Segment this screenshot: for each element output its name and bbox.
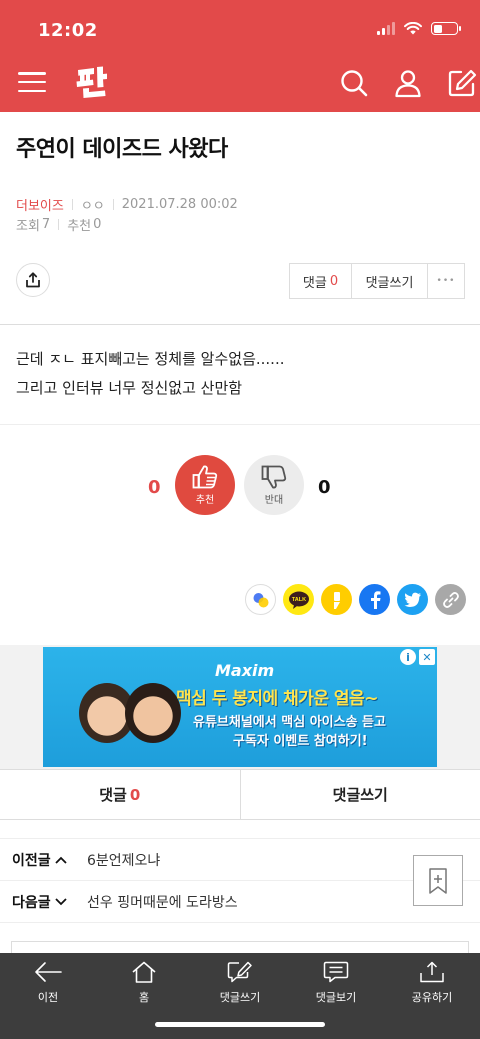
comment-bar: 댓글 0 댓글쓰기 [0, 769, 480, 820]
downvote-label: 반대 [264, 495, 284, 506]
view-comments-button[interactable]: 댓글보기 [288, 961, 384, 1005]
facebook-icon[interactable] [359, 584, 390, 615]
compose-icon[interactable] [447, 68, 477, 98]
downvote-button[interactable]: 반대 [244, 455, 304, 515]
status-icons [377, 22, 461, 35]
ad-person-image [125, 683, 181, 743]
write-comment-label: 댓글쓰기 [365, 275, 414, 291]
app-header [0, 52, 480, 112]
chevron-down-icon [55, 897, 67, 905]
page-title: 주연이 데이즈드 사왔다 [16, 137, 228, 162]
thumbs-down-icon [261, 465, 287, 489]
recommend-label: 추천 [67, 219, 92, 234]
share-icon [420, 961, 444, 983]
user-icon[interactable] [393, 68, 423, 98]
next-post-title[interactable]: 선우 핑머때문에 도라방스 [87, 892, 238, 912]
post-date: 2021.07.28 00:02 [121, 197, 238, 212]
divider [58, 219, 60, 230]
home-label: 홈 [138, 991, 150, 1004]
write-comment-nav-label: 댓글쓰기 [219, 991, 261, 1004]
divider [112, 199, 114, 210]
home-indicator [155, 1022, 325, 1027]
battery-icon [431, 22, 461, 35]
ad-subline: 유튜브채널에서 맥심 아이스송 듣고 [193, 715, 386, 730]
prev-post-title[interactable]: 6분언제오냐 [87, 850, 160, 870]
next-label: 다음글 [12, 894, 51, 911]
share-nav-button[interactable]: 공유하기 [384, 961, 480, 1005]
more-icon: ••• [436, 276, 456, 286]
talk-icon[interactable] [245, 584, 276, 615]
kakaotalk-icon[interactable]: TALK [283, 584, 314, 615]
kakaostory-icon[interactable] [321, 584, 352, 615]
close-icon[interactable]: ✕ [419, 649, 435, 665]
views-count: 7 [41, 217, 51, 232]
write-comment-label: 댓글쓰기 [332, 786, 388, 804]
status-bar: 12:02 [0, 0, 480, 52]
prev-post-row[interactable]: 이전글 6분언제오냐 [0, 839, 480, 880]
upvote-count: 0 [148, 477, 161, 498]
upvote-label: 추천 [195, 495, 215, 506]
post-stats: 조회 7 추천 0 [16, 215, 101, 234]
thumbs-up-icon [192, 465, 218, 489]
wifi-icon [404, 22, 422, 35]
ad-headline: 맥심 두 봉지에 채가운 얼음~ [176, 689, 378, 709]
home-icon [132, 961, 156, 983]
share-nav-label: 공유하기 [411, 991, 453, 1004]
ad-brand: Maxim [215, 661, 275, 680]
search-icon[interactable] [339, 68, 369, 98]
divider [0, 324, 480, 325]
menu-icon[interactable] [18, 72, 46, 92]
status-time: 12:02 [38, 20, 98, 41]
back-arrow-icon [35, 962, 62, 982]
signal-icon [377, 22, 395, 35]
content-line: 그리고 인터뷰 너무 정신없고 산만함 [16, 379, 243, 397]
post-toolbar: 댓글 0 댓글쓰기 ••• [289, 263, 465, 299]
post-content: 근데 ㅈㄴ 표지빼고는 정체를 알수없음...... 그리고 인터뷰 너무 정신… [16, 345, 284, 403]
views-label: 조회 [16, 219, 40, 234]
bookmark-button[interactable] [413, 855, 463, 906]
write-comment-tab[interactable]: 댓글쓰기 [241, 770, 480, 819]
link-icon[interactable] [435, 584, 466, 615]
info-icon[interactable]: i [400, 649, 416, 665]
view-comments-icon [323, 961, 349, 983]
comments-count: 0 [329, 273, 339, 289]
back-button[interactable]: 이전 [0, 961, 96, 1005]
ad-banner[interactable]: i ✕ Maxim 맥심 두 봉지에 채가운 얼음~ 유튜브채널에서 맥심 아이… [43, 647, 437, 767]
comments-count: 0 [129, 785, 141, 804]
comments-button[interactable]: 댓글 0 [290, 264, 352, 298]
ad-controls: i ✕ [400, 649, 435, 665]
comment-input-card [11, 941, 469, 953]
downvote-count: 0 [318, 477, 331, 498]
divider [71, 199, 73, 210]
back-label: 이전 [37, 991, 59, 1004]
share-button[interactable] [16, 263, 50, 297]
comments-label: 댓글 [302, 275, 327, 291]
write-comment-icon [227, 961, 252, 983]
author-nickname: ㅇㅇ [80, 199, 105, 214]
svg-text:TALK: TALK [291, 597, 305, 603]
ad-subline: 구독자 이벤트 참여하기! [233, 734, 368, 749]
more-button[interactable]: ••• [428, 264, 464, 298]
content-line: 근데 ㅈㄴ 표지빼고는 정체를 알수없음...... [16, 350, 285, 368]
home-button[interactable]: 홈 [96, 961, 192, 1005]
twitter-icon[interactable] [397, 584, 428, 615]
next-post-row[interactable]: 다음글 선우 핑머때문에 도라방스 [0, 881, 480, 922]
post-meta: 더보이즈 ㅇㅇ 2021.07.28 00:02 [16, 195, 238, 214]
prev-label: 이전글 [12, 852, 51, 869]
recommend-count: 0 [93, 217, 102, 232]
upvote-button[interactable]: 추천 [175, 455, 235, 515]
pann-logo[interactable] [74, 65, 110, 99]
write-comment-nav-button[interactable]: 댓글쓰기 [192, 961, 288, 1005]
chevron-up-icon [55, 856, 67, 864]
write-comment-button[interactable]: 댓글쓰기 [352, 264, 428, 298]
view-comments-label: 댓글보기 [315, 991, 357, 1004]
author-link[interactable]: 더보이즈 [16, 195, 64, 214]
divider [0, 424, 480, 425]
comments-label: 댓글 [99, 786, 127, 804]
divider [0, 922, 480, 923]
share-icon [26, 272, 40, 288]
bookmark-icon [429, 867, 447, 894]
comments-tab[interactable]: 댓글 0 [0, 770, 241, 819]
